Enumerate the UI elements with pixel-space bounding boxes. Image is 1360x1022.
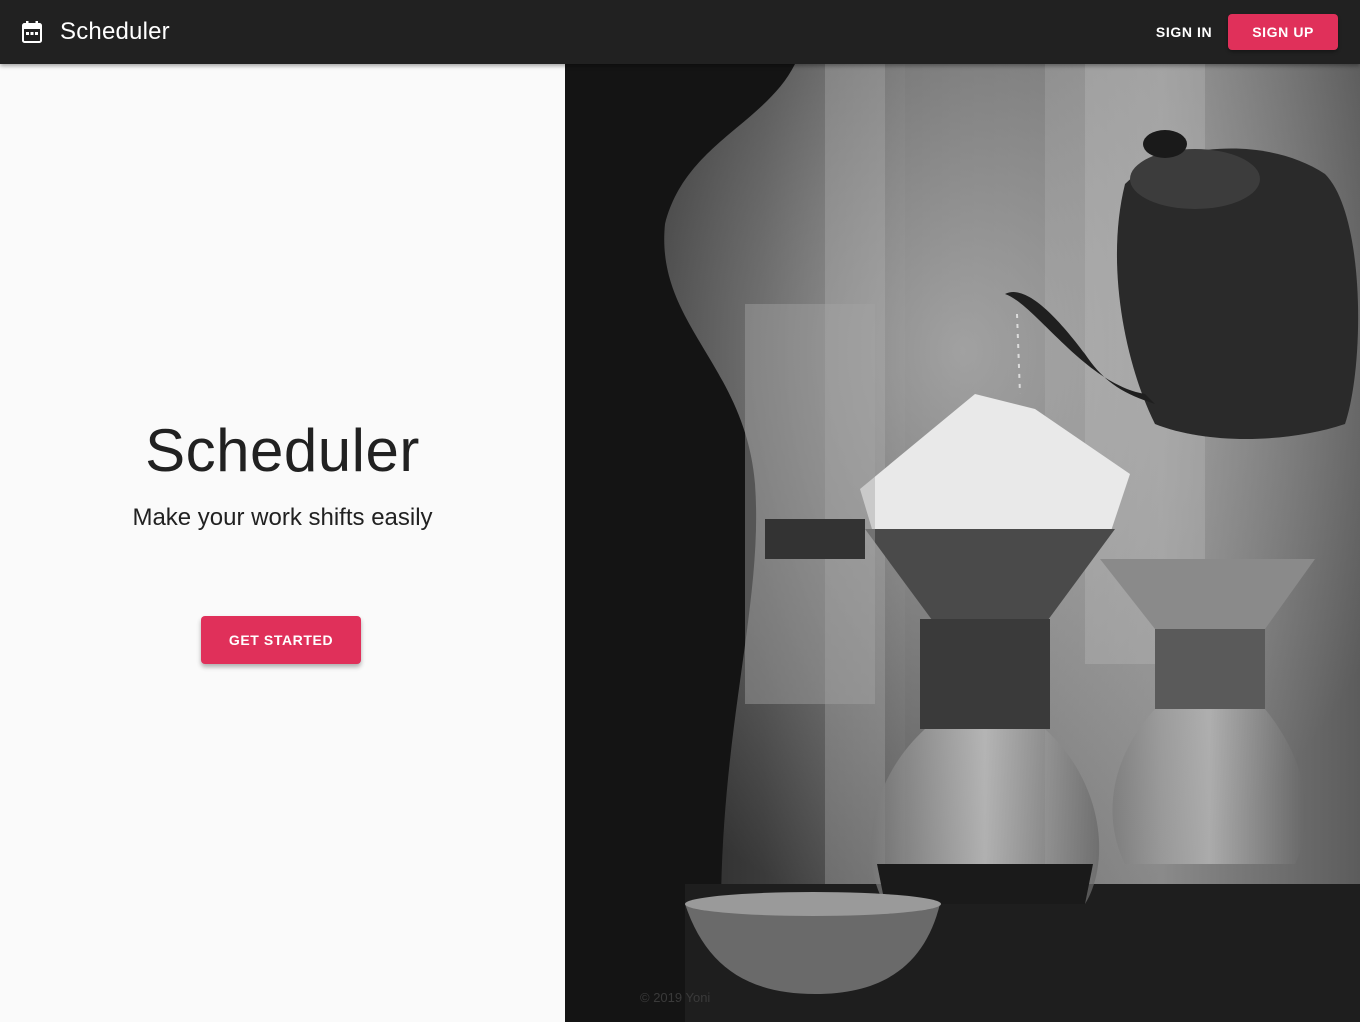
app-bar: Scheduler SIGN IN SIGN UP xyxy=(0,0,1360,64)
brand: Scheduler xyxy=(22,18,170,46)
sign-in-button[interactable]: SIGN IN xyxy=(1140,14,1228,50)
app-title: Scheduler xyxy=(60,18,170,45)
sign-up-button[interactable]: SIGN UP xyxy=(1228,14,1338,50)
hero-title: Scheduler xyxy=(145,417,420,484)
coffee-pour-over-photo: © 2019 Yoni xyxy=(565,64,1360,1022)
photo-illustration xyxy=(565,64,1360,1022)
hero-panel: Scheduler Make your work shifts easily G… xyxy=(0,64,565,1022)
get-started-button[interactable]: GET STARTED xyxy=(201,616,361,664)
copyright-text: © 2019 Yoni xyxy=(640,990,711,1005)
hero-subtitle: Make your work shifts easily xyxy=(132,504,433,531)
calendar-icon xyxy=(22,21,42,43)
